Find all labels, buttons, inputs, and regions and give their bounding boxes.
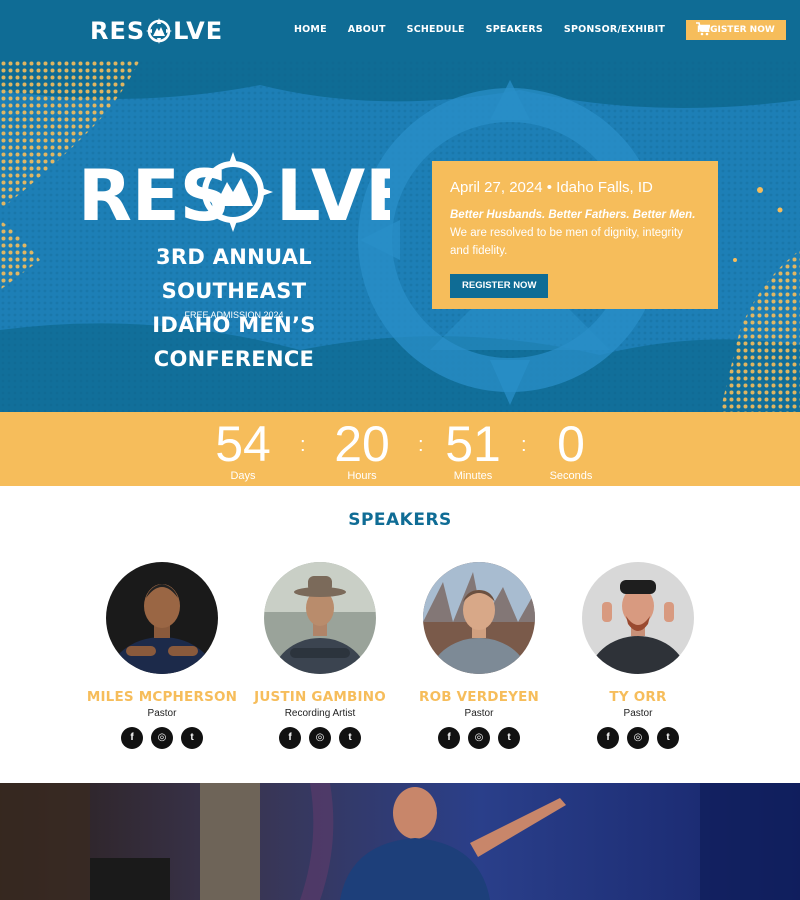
nav-link-sponsor[interactable]: SPONSOR/EXHIBIT bbox=[564, 18, 665, 42]
speaker-role: Pastor bbox=[623, 708, 653, 719]
hero-resolve-logo: RES LVE bbox=[78, 152, 390, 232]
speaker-socials: f ◎ t bbox=[399, 727, 559, 749]
hero-subtitle-line1: 3RD ANNUAL SOUTHEAST bbox=[156, 245, 312, 303]
speaker-card: TY ORR Pastor f ◎ t bbox=[558, 562, 718, 749]
nav-link-speakers[interactable]: SPEAKERS bbox=[486, 18, 543, 42]
speaker-card: ROB VERDEYEN Pastor f ◎ t bbox=[399, 562, 559, 749]
nav-link-schedule[interactable]: SCHEDULE bbox=[407, 18, 465, 42]
instagram-icon[interactable]: ◎ bbox=[151, 727, 173, 749]
logo-text-right: LVE bbox=[173, 17, 224, 45]
hero-register-button[interactable]: REGISTER NOW bbox=[450, 274, 549, 298]
countdown-hours: 20 Hours bbox=[312, 416, 412, 482]
instagram-icon[interactable]: ◎ bbox=[627, 727, 649, 749]
twitter-icon[interactable]: t bbox=[339, 727, 361, 749]
instagram-icon[interactable]: ◎ bbox=[309, 727, 331, 749]
speaker-card: JUSTIN GAMBINO Recording Artist f ◎ t bbox=[240, 562, 400, 749]
countdown-hours-label: Hours bbox=[347, 470, 377, 482]
twitter-icon[interactable]: t bbox=[498, 727, 520, 749]
twitter-icon[interactable]: t bbox=[181, 727, 203, 749]
countdown-seconds: 0 Seconds bbox=[521, 416, 621, 482]
countdown-days: 54 Days bbox=[193, 416, 293, 482]
countdown-minutes: 51 Minutes bbox=[423, 416, 523, 482]
speaker-photo[interactable] bbox=[582, 562, 694, 724]
twitter-icon[interactable]: t bbox=[657, 727, 679, 749]
speaker-role: Pastor bbox=[147, 708, 177, 719]
speaker-name[interactable]: MILES MCPHERSON bbox=[82, 689, 242, 705]
speaker-name[interactable]: JUSTIN GAMBINO bbox=[240, 689, 400, 705]
nav-link-home[interactable]: HOME bbox=[294, 18, 327, 42]
countdown-seconds-label: Seconds bbox=[549, 470, 593, 482]
hero-logo-text-right: LVE bbox=[276, 155, 390, 232]
hero-section: RES LVE 3RD ANNUAL SOUTHEAST IDAHO MEN’S… bbox=[0, 60, 800, 412]
speaker-name[interactable]: TY ORR bbox=[558, 689, 718, 705]
compass-icon bbox=[146, 18, 173, 44]
event-tagline: Better Husbands. Better Fathers. Better … bbox=[450, 209, 696, 221]
stage-photo bbox=[0, 783, 800, 900]
countdown-timer: 54 Days : 20 Hours : 51 Minutes : 0 Seco… bbox=[0, 412, 800, 486]
countdown-minutes-value: 51 bbox=[445, 416, 501, 472]
cart-icon[interactable] bbox=[696, 22, 710, 36]
logo-text-left: RES bbox=[90, 17, 146, 45]
facebook-icon[interactable]: f bbox=[438, 727, 460, 749]
speaker-role: Recording Artist bbox=[284, 708, 356, 719]
speaker-name[interactable]: ROB VERDEYEN bbox=[399, 689, 559, 705]
hero-subtitle: 3RD ANNUAL SOUTHEAST IDAHO MEN’S CONFERE… bbox=[84, 240, 384, 376]
hero-info-card: April 27, 2024 • Idaho Falls, ID Better … bbox=[432, 161, 718, 309]
site-logo[interactable]: RES LVE bbox=[90, 16, 223, 46]
event-date: April 27, 2024 • Idaho Falls, ID bbox=[450, 179, 653, 196]
speaker-photo[interactable] bbox=[264, 562, 376, 722]
speaker-role: Pastor bbox=[464, 708, 494, 719]
countdown-minutes-label: Minutes bbox=[453, 470, 493, 482]
instagram-icon[interactable]: ◎ bbox=[468, 727, 490, 749]
nav-menu: HOME ABOUT SCHEDULE SPEAKERS SPONSOR/EXH… bbox=[294, 18, 786, 42]
nav-link-about[interactable]: ABOUT bbox=[348, 18, 386, 42]
speaker-socials: f ◎ t bbox=[558, 727, 718, 749]
speaker-photo[interactable] bbox=[106, 562, 218, 727]
top-navbar: RES LVE HOME ABOUT SCHEDULE SPEAKERS SPO… bbox=[0, 0, 800, 60]
event-description: We are resolved to be men of dignity, in… bbox=[450, 227, 683, 257]
speaker-card: MILES MCPHERSON Pastor f ◎ t bbox=[82, 562, 242, 749]
speakers-heading: SPEAKERS bbox=[348, 510, 452, 530]
countdown-days-label: Days bbox=[230, 470, 256, 482]
speaker-socials: f ◎ t bbox=[240, 727, 400, 749]
countdown-hours-value: 20 bbox=[334, 416, 390, 472]
facebook-icon[interactable]: f bbox=[279, 727, 301, 749]
speaker-socials: f ◎ t bbox=[82, 727, 242, 749]
speaker-photo[interactable] bbox=[423, 562, 535, 722]
hero-free-admission: FREE ADMISSION 2024 bbox=[184, 310, 284, 320]
countdown-separator: : bbox=[300, 434, 306, 456]
facebook-icon[interactable]: f bbox=[597, 727, 619, 749]
countdown-seconds-value: 0 bbox=[557, 416, 585, 472]
countdown-days-value: 54 bbox=[215, 416, 271, 472]
facebook-icon[interactable]: f bbox=[121, 727, 143, 749]
